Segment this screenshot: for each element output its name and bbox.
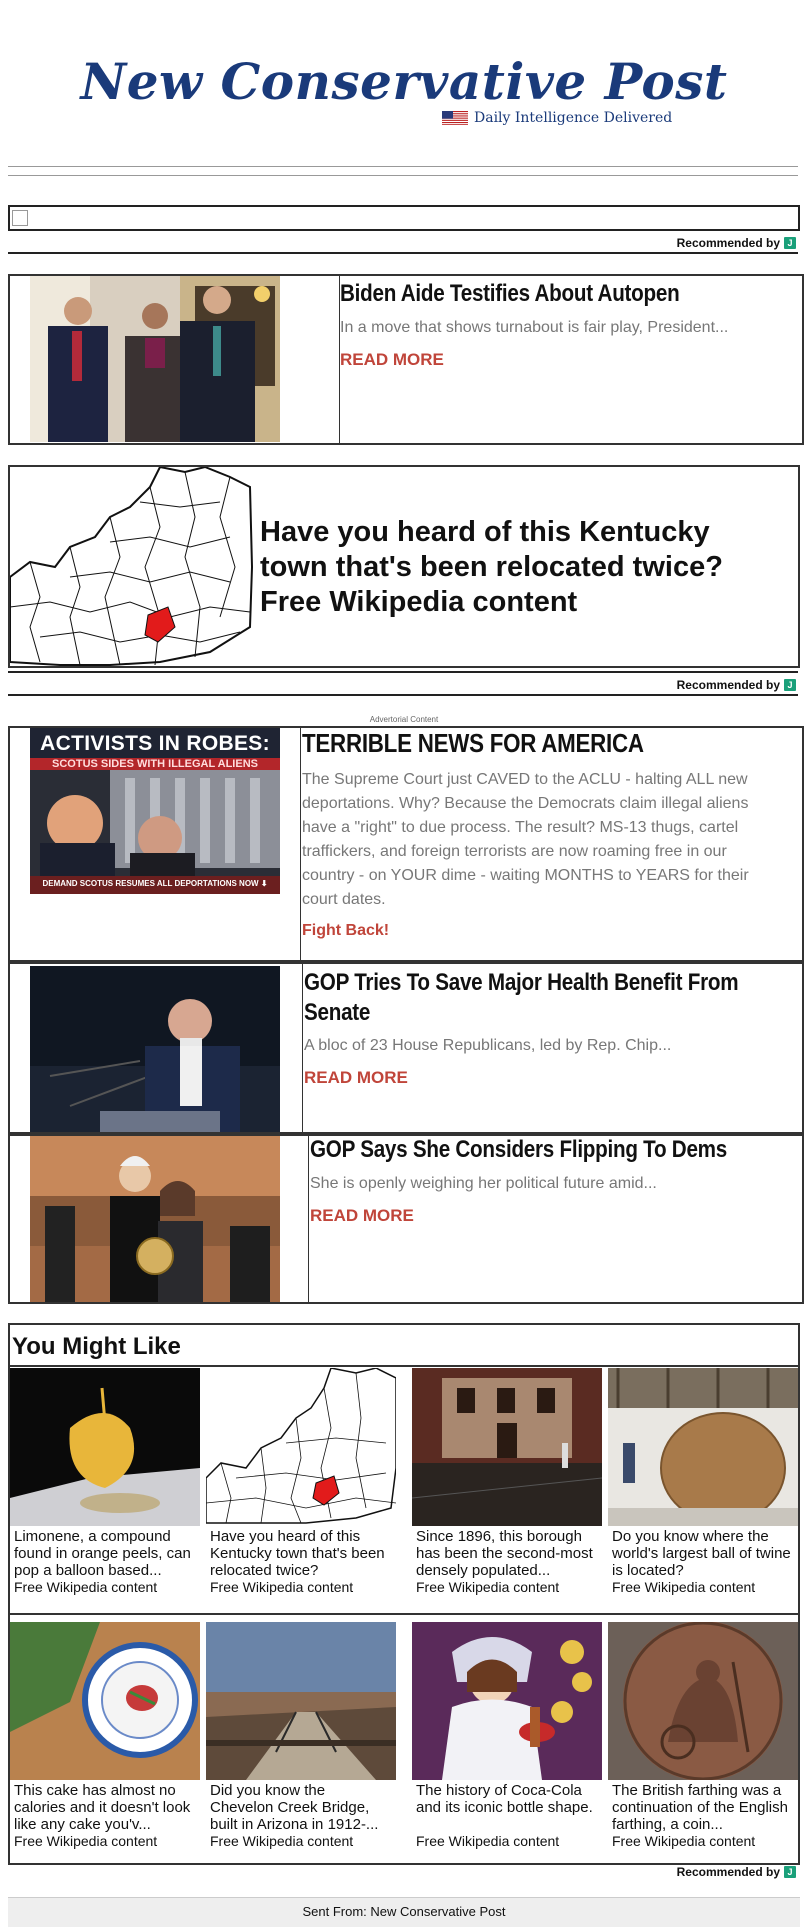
sponsored-headline[interactable]: Have you heard of this Kentucky town tha… — [260, 515, 780, 620]
tile-caption[interactable]: Limonene, a compound found in orange pee… — [10, 1526, 200, 1579]
read-more-link[interactable]: READ MORE — [304, 1068, 408, 1088]
read-more-link[interactable]: READ MORE — [310, 1206, 414, 1226]
recommender-logo-icon: J — [784, 237, 796, 249]
article-headline[interactable]: Biden Aide Testifies About Autopen — [340, 280, 680, 308]
article-headline[interactable]: GOP Tries To Save Major Health Benefit F… — [304, 968, 751, 1028]
tile-image[interactable] — [412, 1622, 602, 1780]
divider-line — [8, 694, 798, 696]
us-flag-icon — [442, 111, 468, 125]
tile-caption[interactable]: The British farthing was a continuation … — [608, 1780, 798, 1833]
email-footer: Sent From: New Conservative Post — [8, 1897, 800, 1927]
tile-source: Free Wikipedia content — [14, 1579, 158, 1595]
tile-image[interactable] — [10, 1622, 200, 1780]
tagline-text: Daily Intelligence Delivered — [474, 110, 673, 126]
recommended-label: Recommended by — [676, 236, 780, 250]
ad-image-title: ACTIVISTS IN ROBES: — [40, 732, 270, 755]
masthead: New Conservative Post Daily Intelligence… — [0, 0, 808, 160]
recommender-logo-icon: J — [784, 679, 796, 691]
article-teaser: In a move that shows turnabout is fair p… — [340, 319, 729, 336]
advertorial-teaser: The Supreme Court just CAVED to the ACLU… — [302, 771, 749, 908]
recommendation-tile[interactable]: Have you heard of this Kentucky town tha… — [206, 1368, 396, 1595]
divider-line — [8, 229, 798, 231]
ad-image-footer: DEMAND SCOTUS RESUMES ALL DEPORTATIONS N… — [42, 879, 268, 888]
tile-image[interactable] — [206, 1622, 396, 1780]
recommendation-tile[interactable]: The history of Coca-Cola and its iconic … — [412, 1622, 602, 1849]
fight-back-link[interactable]: Fight Back! — [302, 922, 389, 940]
divider-line — [8, 175, 798, 176]
divider-line — [10, 1613, 798, 1615]
recommendation-tile[interactable]: Limonene, a compound found in orange pee… — [10, 1368, 200, 1595]
tile-image[interactable] — [10, 1368, 200, 1526]
sponsored-content-card[interactable]: Have you heard of this Kentucky town tha… — [8, 465, 800, 668]
article-thumbnail[interactable] — [30, 276, 280, 442]
divider-line — [10, 1365, 798, 1367]
masthead-tagline: Daily Intelligence Delivered — [442, 110, 672, 126]
advertorial-card[interactable]: ACTIVISTS IN ROBES: SCOTUS SIDES WITH IL… — [8, 726, 804, 962]
article-headline[interactable]: GOP Says She Considers Flipping To Dems — [310, 1136, 727, 1164]
article-card[interactable]: GOP Says She Considers Flipping To Dems … — [8, 1134, 804, 1304]
card-divider — [300, 728, 301, 960]
top-ad-slot[interactable] — [8, 205, 800, 231]
you-might-like-section: You Might Like Limonene, a compound foun… — [8, 1323, 800, 1865]
divider-line — [8, 671, 798, 673]
advertorial-headline[interactable]: TERRIBLE NEWS FOR AMERICA — [302, 728, 644, 759]
tile-image[interactable] — [608, 1622, 798, 1780]
kentucky-map-image — [10, 467, 256, 666]
tile-source: Free Wikipedia content — [210, 1579, 354, 1595]
article-card[interactable]: GOP Tries To Save Major Health Benefit F… — [8, 962, 804, 1134]
advertorial-label: Advertorial Content — [369, 715, 439, 724]
divider-line — [8, 252, 798, 254]
divider-line — [8, 166, 798, 167]
tile-image[interactable] — [608, 1368, 798, 1526]
card-divider — [308, 1136, 309, 1302]
recommendation-tile[interactable]: Did you know the Chevelon Creek Bridge, … — [206, 1622, 396, 1849]
recommendation-tile[interactable]: Do you know where the world's largest ba… — [608, 1368, 798, 1595]
recommended-by[interactable]: Recommended by J — [677, 1865, 796, 1879]
recommended-by[interactable]: Recommended by J — [677, 678, 796, 692]
masthead-title[interactable]: New Conservative Post — [0, 52, 808, 111]
recommendation-tile[interactable]: Since 1896, this borough has been the se… — [412, 1368, 602, 1595]
advertorial-thumbnail[interactable]: ACTIVISTS IN ROBES: SCOTUS SIDES WITH IL… — [30, 728, 280, 894]
tile-source: Free Wikipedia content — [210, 1833, 354, 1849]
footer-text: Sent From: New Conservative Post — [302, 1904, 506, 1919]
tile-image[interactable] — [206, 1368, 396, 1526]
tile-source: Free Wikipedia content — [612, 1579, 756, 1595]
recommender-logo-icon: J — [784, 1866, 796, 1878]
tile-caption[interactable]: The history of Coca-Cola and its iconic … — [412, 1780, 602, 1833]
tile-caption[interactable]: This cake has almost no calories and it … — [10, 1780, 200, 1833]
recommended-label: Recommended by — [676, 678, 780, 692]
tile-caption[interactable]: Since 1896, this borough has been the se… — [412, 1526, 602, 1579]
article-teaser: She is openly weighing her political fut… — [310, 1175, 657, 1192]
ad-image-subtitle: SCOTUS SIDES WITH ILLEGAL ALIENS — [30, 758, 280, 770]
you-might-like-title: You Might Like — [12, 1333, 181, 1360]
broken-image-icon — [12, 210, 28, 226]
card-divider — [302, 964, 303, 1132]
recommendation-tile[interactable]: The British farthing was a continuation … — [608, 1622, 798, 1849]
article-card[interactable]: Biden Aide Testifies About Autopen In a … — [8, 274, 804, 445]
tile-source: Free Wikipedia content — [14, 1833, 158, 1849]
article-thumbnail[interactable] — [30, 1136, 280, 1302]
tile-source: Free Wikipedia content — [612, 1833, 756, 1849]
article-teaser: A bloc of 23 House Republicans, led by R… — [304, 1037, 672, 1054]
tile-source: Free Wikipedia content — [416, 1579, 560, 1595]
tile-image[interactable] — [412, 1368, 602, 1526]
recommendation-tile[interactable]: This cake has almost no calories and it … — [10, 1622, 200, 1849]
tile-caption[interactable]: Have you heard of this Kentucky town tha… — [206, 1526, 396, 1579]
tile-caption[interactable]: Do you know where the world's largest ba… — [608, 1526, 798, 1579]
article-thumbnail[interactable] — [30, 966, 280, 1132]
tile-caption[interactable]: Did you know the Chevelon Creek Bridge, … — [206, 1780, 396, 1833]
recommended-label: Recommended by — [676, 1865, 780, 1879]
read-more-link[interactable]: READ MORE — [340, 350, 444, 370]
tile-source: Free Wikipedia content — [416, 1833, 560, 1849]
recommended-by[interactable]: Recommended by J — [677, 236, 796, 250]
